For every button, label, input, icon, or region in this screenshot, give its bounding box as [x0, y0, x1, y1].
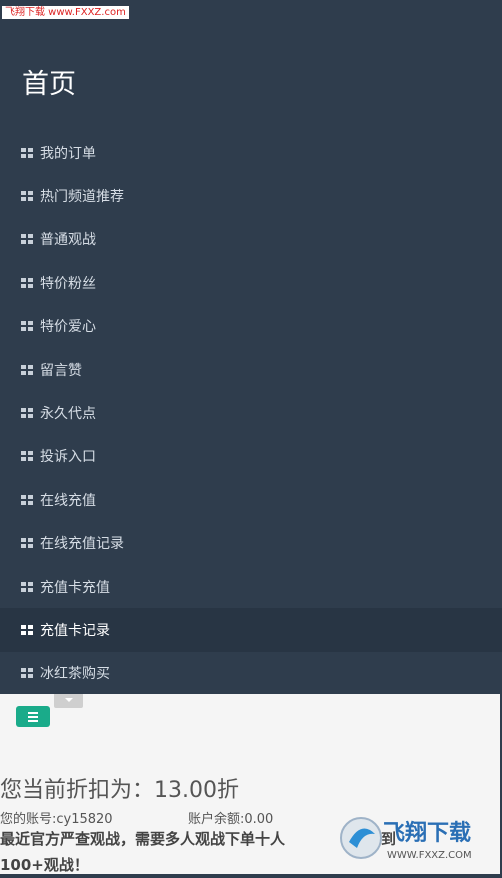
grid-icon — [21, 451, 33, 462]
sidebar-item-0[interactable]: 我的订单 — [0, 131, 502, 174]
sidebar-item-12[interactable]: 冰红茶购买 — [0, 652, 502, 695]
discount-text: 您当前折扣为：13.00折 — [0, 778, 239, 803]
grid-icon — [21, 147, 33, 158]
caret-down-icon — [65, 698, 73, 702]
sidebar-item-5[interactable]: 留言赞 — [0, 348, 502, 391]
watermark-logo-top: 飞翔下载 www.FXXZ.com — [2, 6, 129, 19]
grid-icon — [21, 321, 33, 332]
menu-toggle-button[interactable] — [16, 706, 50, 727]
sidebar-item-label: 留言赞 — [40, 362, 82, 379]
sidebar-item-label: 特价爱心 — [40, 319, 96, 336]
notice-line2: 100+观战！ — [0, 856, 89, 874]
grid-icon — [21, 408, 33, 419]
sidebar-item-label: 投诉入口 — [40, 449, 96, 466]
grid-icon — [21, 538, 33, 549]
watermark-brand: 飞翔下载 — [383, 820, 471, 846]
sidebar: 首页 我的订单热门频道推荐 普通观战特价粉丝特价爱心留言赞永久代点投诉入口在线充值… — [0, 26, 502, 694]
sidebar-item-label: 充值卡充值 — [40, 579, 110, 596]
sidebar-item-label: 在线充值 — [40, 492, 96, 509]
sidebar-item-9[interactable]: 在线充值记录 — [0, 522, 502, 565]
sidebar-item-label: 普通观战 — [40, 232, 96, 249]
sidebar-item-3[interactable]: 特价粉丝 — [0, 261, 502, 304]
page-title: 首页 — [22, 69, 76, 100]
grid-icon — [21, 668, 33, 679]
sidebar-item-4[interactable]: 特价爱心 — [0, 305, 502, 348]
sidebar-item-label: 在线充值记录 — [40, 536, 124, 553]
grid-icon — [21, 581, 33, 592]
notice-line1: 最近官方严查观战，需要多人观战下单十人 — [0, 830, 286, 848]
watermark-url: WWW.FXXZ.COM — [387, 850, 472, 861]
sidebar-item-label: 我的订单 — [40, 145, 96, 162]
sidebar-item-label: 冰红茶购买 — [40, 666, 110, 683]
dropdown-toggle[interactable] — [54, 694, 83, 708]
sidebar-item-7[interactable]: 投诉入口 — [0, 435, 502, 478]
grid-icon — [21, 234, 33, 245]
grid-icon — [21, 494, 33, 505]
grid-icon — [21, 277, 33, 288]
balance-text: 账户余额:0.00 — [188, 812, 274, 827]
watermark-logo-bottom: 飞翔下载 WWW.FXXZ.COM — [340, 817, 472, 861]
grid-icon — [21, 624, 33, 635]
grid-icon — [21, 191, 33, 202]
hamburger-icon — [28, 712, 38, 714]
sidebar-item-label: 永久代点 — [40, 406, 96, 423]
grid-icon — [21, 364, 33, 375]
sidebar-item-8[interactable]: 在线充值 — [0, 478, 502, 521]
sidebar-item-11[interactable]: 充值卡记录 — [0, 608, 502, 652]
sidebar-item-2[interactable]: 普通观战 — [0, 218, 502, 261]
sidebar-menu: 我的订单热门频道推荐 普通观战特价粉丝特价爱心留言赞永久代点投诉入口在线充值在线充… — [0, 131, 502, 695]
sidebar-item-1[interactable]: 热门频道推荐 — [0, 174, 502, 217]
account-text: 您的账号:cy15820 — [0, 812, 113, 827]
sidebar-item-label: 特价粉丝 — [40, 275, 96, 292]
status-bar: 飞翔下载 www.FXXZ.com — [0, 0, 502, 26]
sidebar-item-label: 热门频道推荐 — [40, 189, 124, 206]
sidebar-item-6[interactable]: 永久代点 — [0, 391, 502, 434]
sidebar-item-10[interactable]: 充值卡充值 — [0, 565, 502, 608]
sidebar-item-label: 充值卡记录 — [40, 622, 110, 639]
